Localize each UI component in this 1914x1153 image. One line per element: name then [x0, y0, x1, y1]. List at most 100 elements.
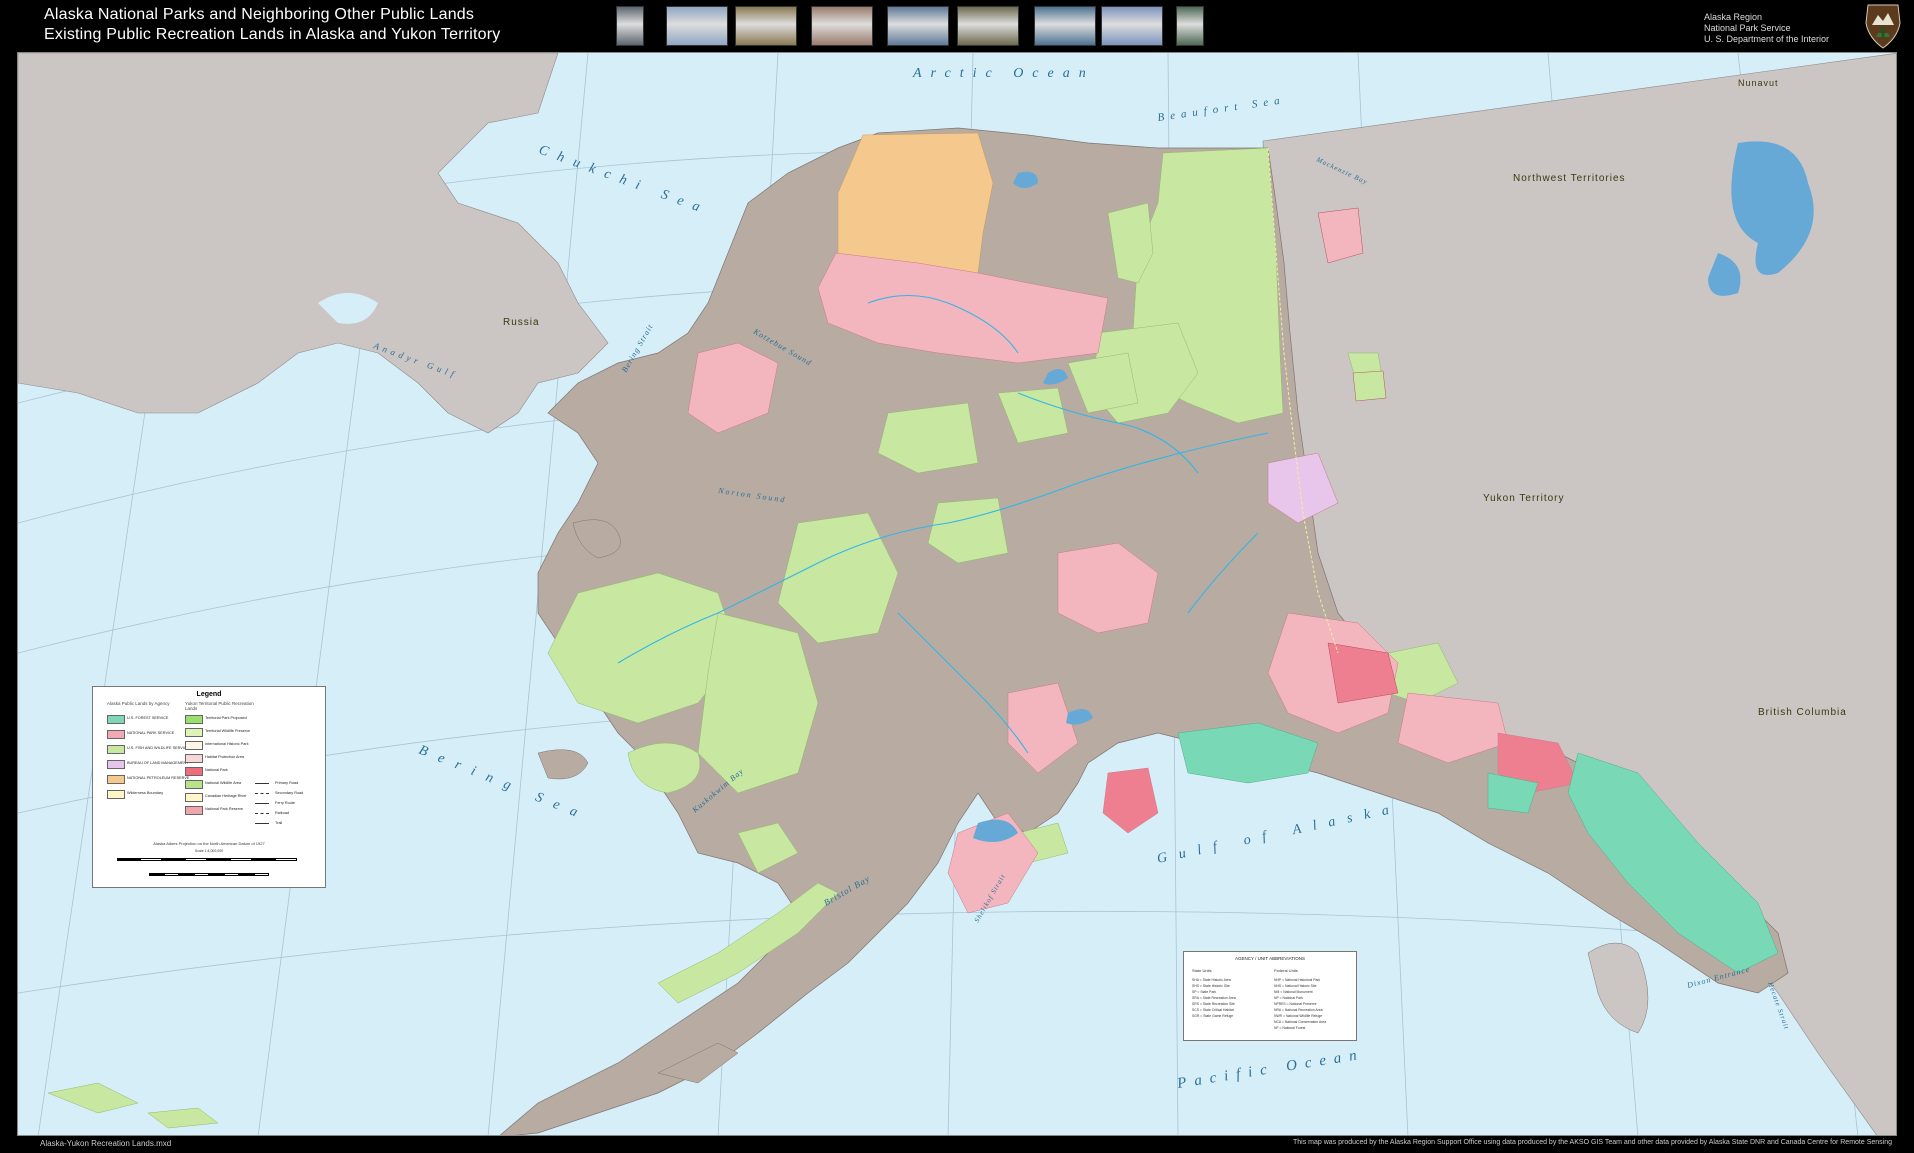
map-area[interactable]: Arctic Ocean Chukchi Sea Beaufort Sea Be…: [17, 52, 1897, 1136]
legend-line-symbol: [255, 803, 269, 804]
abbreviation-row: NRA = National Recreation Area: [1274, 1008, 1323, 1012]
scale-bar-segment: [254, 873, 269, 876]
legend-label: NATIONAL PARK SERVICE: [127, 731, 175, 735]
abbreviation-row: NP = National Park: [1274, 996, 1303, 1000]
legend-swatch: [107, 745, 125, 754]
abbreviation-row: NM = National Monument: [1274, 990, 1313, 994]
legend-swatch: [185, 741, 203, 750]
legend-label: BUREAU OF LAND MANAGEMENT: [127, 761, 189, 765]
legend-col2-heading: Yukon Territorial Public Recreation Land…: [185, 701, 254, 711]
legend-swatch: [107, 790, 125, 799]
map-canvas: Arctic Ocean Chukchi Sea Beaufort Sea Be…: [18, 53, 1896, 1135]
legend-swatch: [185, 754, 203, 763]
header-photo: [1101, 6, 1163, 46]
label-british-columbia: British Columbia: [1758, 707, 1847, 718]
legend-line-symbol: [255, 783, 269, 784]
footer-bar: Alaska-Yukon Recreation Lands.mxd This m…: [0, 1136, 1914, 1153]
scale-bar-segment: [209, 873, 224, 876]
header-photo: [957, 6, 1019, 46]
header-photo: [811, 6, 873, 46]
legend-label: Canadian Heritage River: [205, 794, 247, 798]
legend-swatch: [107, 760, 125, 769]
scale-bar-segment: [229, 858, 252, 861]
legend-line-item: Ferry Route: [255, 800, 365, 808]
legend-line-symbol: [255, 813, 269, 814]
scale-bar-segment: [239, 873, 254, 876]
legend-line-item: Secondary Road: [255, 790, 365, 798]
scale-bar-segment: [252, 858, 275, 861]
abbreviation-row: NHS = National Historic Site: [1274, 984, 1317, 988]
legend-label: Railroad: [275, 811, 290, 815]
legend-line-symbol: [255, 793, 269, 794]
abbreviation-row: NF = National Forest: [1274, 1026, 1306, 1030]
scale-bar-segment: [184, 858, 207, 861]
legend-swatch: [107, 775, 125, 784]
legend-item: National Park: [185, 767, 295, 776]
header-photo: [616, 6, 644, 46]
map-subtitle: Existing Public Recreation Lands in Alas…: [44, 26, 501, 43]
abbreviations-col1-heading: State Units: [1192, 968, 1212, 973]
abbreviations-box: AGENCY / UNIT ABBREVIATIONS State Units …: [1183, 951, 1357, 1041]
scale-bar-miles: [117, 858, 297, 861]
legend-item: Habitat Protection Area: [185, 754, 295, 763]
header-photo: [1176, 6, 1204, 46]
legend-swatch: [107, 730, 125, 739]
label-yukon-territory: Yukon Territory: [1483, 493, 1565, 504]
legend-label: International Historic Park: [205, 742, 249, 746]
scale-bar-segment: [224, 873, 239, 876]
scale-bar-segment: [139, 858, 162, 861]
abbreviation-row: SP = State Park: [1192, 990, 1217, 994]
legend-swatch: [185, 715, 203, 724]
label-russia: Russia: [503, 317, 540, 328]
legend-label: Ferry Route: [275, 801, 296, 805]
footer-credits: This map was produced by the Alaska Regi…: [1293, 1139, 1892, 1146]
legend-swatch: [185, 806, 203, 815]
legend-label: Wilderness Boundary: [127, 791, 164, 795]
label-nunavut: Nunavut: [1738, 78, 1779, 88]
legend-title: Legend: [196, 691, 222, 698]
abbreviation-row: SHA = State Historic Area: [1192, 978, 1231, 982]
legend-item: Territorial Wildlife Preserve: [185, 728, 295, 737]
legend-item: International Historic Park: [185, 741, 295, 750]
scale-bar-segment: [117, 858, 140, 861]
legend-swatch: [185, 780, 203, 789]
scale-bar-segment: [207, 858, 230, 861]
map-title: Alaska National Parks and Neighboring Ot…: [44, 6, 475, 23]
legend-swatch: [107, 715, 125, 724]
legend-line-item: Railroad: [255, 810, 365, 818]
legend-line-item: Primary Road: [255, 780, 365, 788]
abbreviation-row: SCS = State Critical Habitat: [1192, 1008, 1234, 1012]
header-photo: [887, 6, 949, 46]
legend-item: Territorial Park Proposed: [185, 715, 295, 724]
legend-col1-heading: Alaska Public Lands by Agency: [107, 701, 170, 706]
map-poster: Alaska National Parks and Neighboring Ot…: [0, 0, 1914, 1153]
nps-arrowhead-logo: [1865, 4, 1901, 49]
scale-bar-segment: [274, 858, 297, 861]
legend-line-symbol: [255, 823, 269, 824]
header-photo: [666, 6, 728, 46]
abbreviations-col2-heading: Federal Units: [1274, 968, 1298, 973]
legend-line-item: Trail: [255, 820, 365, 828]
agency-line-doi: U. S. Department of the Interior: [1704, 34, 1830, 44]
agency-line-region: Alaska Region: [1704, 12, 1763, 22]
header-bar: Alaska National Parks and Neighboring Ot…: [18, 0, 1901, 52]
legend-label: Territorial Wildlife Preserve: [205, 729, 251, 733]
legend-label: National Wildlife Area: [205, 781, 242, 785]
scale-bar-segment: [149, 873, 164, 876]
legend-label: NATIONAL PETROLEUM RESERVE: [127, 776, 190, 780]
abbreviations-title: AGENCY / UNIT ABBREVIATIONS: [1234, 956, 1306, 961]
agency-block: Alaska Region National Park Service U. S…: [1704, 12, 1829, 45]
footer-filename: Alaska-Yukon Recreation Lands.mxd: [40, 1139, 172, 1148]
legend-label: Territorial Park Proposed: [205, 716, 247, 720]
legend-swatch: [185, 767, 203, 776]
header-photo: [735, 6, 797, 46]
legend-label: Primary Road: [275, 781, 299, 785]
scale-bar-kilometers: [149, 873, 269, 876]
scale-bar-segment: [164, 873, 179, 876]
abbreviation-row: NPRES = National Preserve: [1274, 1002, 1317, 1006]
legend-swatch: [185, 793, 203, 802]
abbreviation-row: SRA = State Recreation Area: [1192, 996, 1236, 1000]
legend-scale-label: Scale 1:4,000,000: [194, 849, 224, 853]
header-photo: [1034, 6, 1096, 46]
label-northwest-territories: Northwest Territories: [1513, 173, 1626, 184]
